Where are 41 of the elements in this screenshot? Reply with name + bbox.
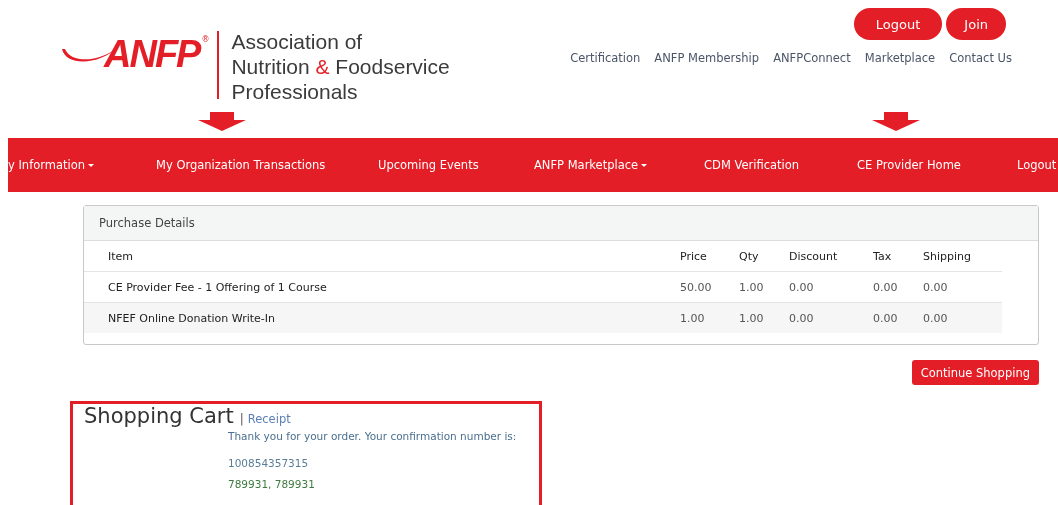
table-cell: 0.00 (923, 302, 1002, 333)
registered-mark: ® (201, 35, 210, 44)
nav-item[interactable]: My Organization Transactions (156, 158, 326, 172)
column-header: Shipping (923, 241, 1002, 272)
table-cell: 0.00 (789, 302, 873, 333)
table-cell: 1.00 (739, 302, 789, 333)
table-cell: NFEF Online Donation Write-In (84, 302, 680, 333)
table-cell: 1.00 (680, 302, 739, 333)
caret-icon (88, 163, 95, 167)
caret-icon (641, 163, 648, 167)
column-header: Qty (739, 241, 789, 272)
top-link[interactable]: ANFP Membership (654, 51, 760, 65)
down-arrow-icon (196, 112, 248, 132)
nav-item[interactable]: CE Provider Home (857, 158, 961, 172)
top-link[interactable]: ANFPConnect (773, 51, 851, 65)
nav-item[interactable]: ANFP Marketplace (534, 158, 648, 172)
order-codes: 789931, 789931 (228, 478, 316, 491)
column-header: Discount (789, 241, 873, 272)
down-arrow-icon (870, 112, 922, 132)
column-header: Tax (873, 241, 923, 272)
receipt-link[interactable]: Receipt (247, 412, 291, 426)
table-cell: 0.00 (873, 302, 923, 333)
top-link[interactable]: Certification (570, 51, 641, 65)
account-button[interactable]: Join (946, 8, 1006, 40)
nav-item[interactable]: CDM Verification (704, 158, 800, 172)
logo-tagline: Association of Nutrition & Foodservice Professionals (231, 29, 450, 104)
nav-item[interactable]: Logout (1017, 158, 1057, 172)
top-link[interactable]: Contact Us (949, 51, 1012, 65)
column-header: Price (680, 241, 739, 272)
panel-title: Purchase Details (99, 216, 195, 230)
logo-mark: ANFP (104, 35, 200, 73)
confirmation-message: Thank you for your order. Your confirmation number is: (228, 430, 518, 443)
nav-item[interactable]: Upcoming Events (378, 158, 479, 172)
confirmation-number: 100854357315 (228, 457, 310, 470)
account-button[interactable]: Logout (853, 8, 943, 40)
top-link[interactable]: Marketplace (864, 51, 936, 65)
column-header: Item (84, 241, 680, 272)
nav-item[interactable]: y Information (8, 158, 95, 172)
continue-shopping-button[interactable]: Continue Shopping (911, 360, 1039, 385)
separator: | (239, 412, 244, 426)
cart-title: Shopping Cart (84, 404, 234, 428)
